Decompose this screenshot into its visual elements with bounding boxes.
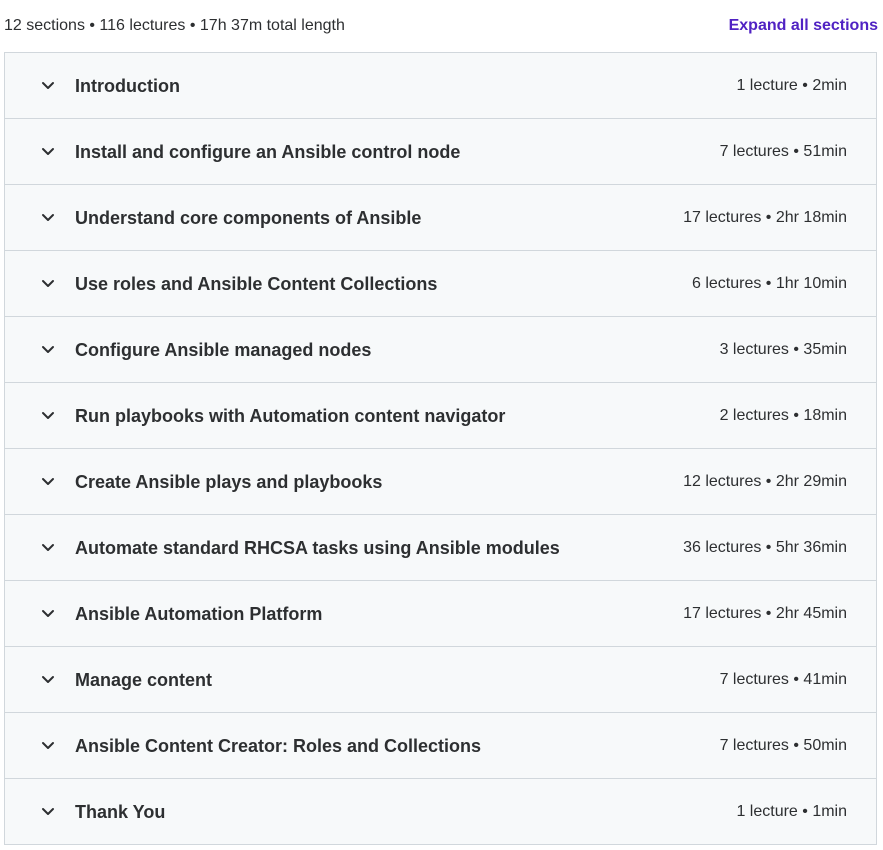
section-panel[interactable]: Run playbooks with Automation content na… (5, 383, 876, 449)
section-panel[interactable]: Install and configure an Ansible control… (5, 119, 876, 185)
section-meta: 17 lectures • 2hr 18min (683, 209, 847, 226)
section-meta: 7 lectures • 51min (719, 143, 847, 160)
chevron-down-icon (40, 209, 56, 225)
curriculum-summary: 12 sections • 116 lectures • 17h 37m tot… (4, 17, 345, 34)
section-meta: 17 lectures • 2hr 45min (683, 605, 847, 622)
section-title: Thank You (75, 802, 166, 822)
section-meta: 36 lectures • 5hr 36min (683, 539, 847, 556)
section-panel[interactable]: Introduction 1 lecture • 2min (5, 53, 876, 119)
section-panel[interactable]: Configure Ansible managed nodes 3 lectur… (5, 317, 876, 383)
section-meta: 1 lecture • 1min (736, 803, 847, 820)
section-title: Ansible Content Creator: Roles and Colle… (75, 736, 482, 756)
section-title: Ansible Automation Platform (75, 604, 323, 624)
sections-accordion: Introduction 1 lecture • 2min Install an… (4, 52, 877, 845)
section-meta: 1 lecture • 2min (736, 77, 847, 94)
section-title: Configure Ansible managed nodes (75, 340, 372, 360)
section-title: Manage content (75, 670, 213, 690)
chevron-down-icon (40, 407, 56, 423)
chevron-down-icon (40, 341, 56, 357)
chevron-down-icon (40, 77, 56, 93)
section-title: Create Ansible plays and playbooks (75, 472, 383, 492)
chevron-down-icon (40, 671, 56, 687)
section-panel[interactable]: Ansible Automation Platform 17 lectures … (5, 581, 876, 647)
chevron-down-icon (40, 803, 56, 819)
section-panel[interactable]: Thank You 1 lecture • 1min (5, 779, 876, 845)
chevron-down-icon (40, 143, 56, 159)
section-title: Automate standard RHCSA tasks using Ansi… (75, 538, 560, 558)
section-meta: 6 lectures • 1hr 10min (691, 275, 847, 292)
section-meta: 2 lectures • 18min (719, 407, 847, 424)
section-panel[interactable]: Ansible Content Creator: Roles and Colle… (5, 713, 876, 779)
section-panel[interactable]: Automate standard RHCSA tasks using Ansi… (5, 515, 876, 581)
section-title: Understand core components of Ansible (75, 208, 422, 228)
section-title: Run playbooks with Automation content na… (75, 406, 506, 426)
chevron-down-icon (40, 605, 56, 621)
chevron-down-icon (40, 473, 56, 489)
section-meta: 3 lectures • 35min (719, 341, 847, 358)
section-title: Install and configure an Ansible control… (75, 142, 461, 162)
section-meta: 7 lectures • 41min (719, 671, 847, 688)
section-meta: 7 lectures • 50min (719, 737, 847, 754)
curriculum-header: 12 sections • 116 lectures • 17h 37m tot… (0, 0, 883, 52)
section-meta: 12 lectures • 2hr 29min (683, 473, 847, 490)
chevron-down-icon (40, 539, 56, 555)
section-title: Introduction (75, 76, 180, 96)
section-panel[interactable]: Manage content 7 lectures • 41min (5, 647, 876, 713)
section-panel[interactable]: Use roles and Ansible Content Collection… (5, 251, 876, 317)
section-title: Use roles and Ansible Content Collection… (75, 274, 438, 294)
chevron-down-icon (40, 275, 56, 291)
expand-all-sections-button[interactable]: Expand all sections (729, 15, 878, 37)
section-panel[interactable]: Create Ansible plays and playbooks 12 le… (5, 449, 876, 515)
section-panel[interactable]: Understand core components of Ansible 17… (5, 185, 876, 251)
chevron-down-icon (40, 737, 56, 753)
